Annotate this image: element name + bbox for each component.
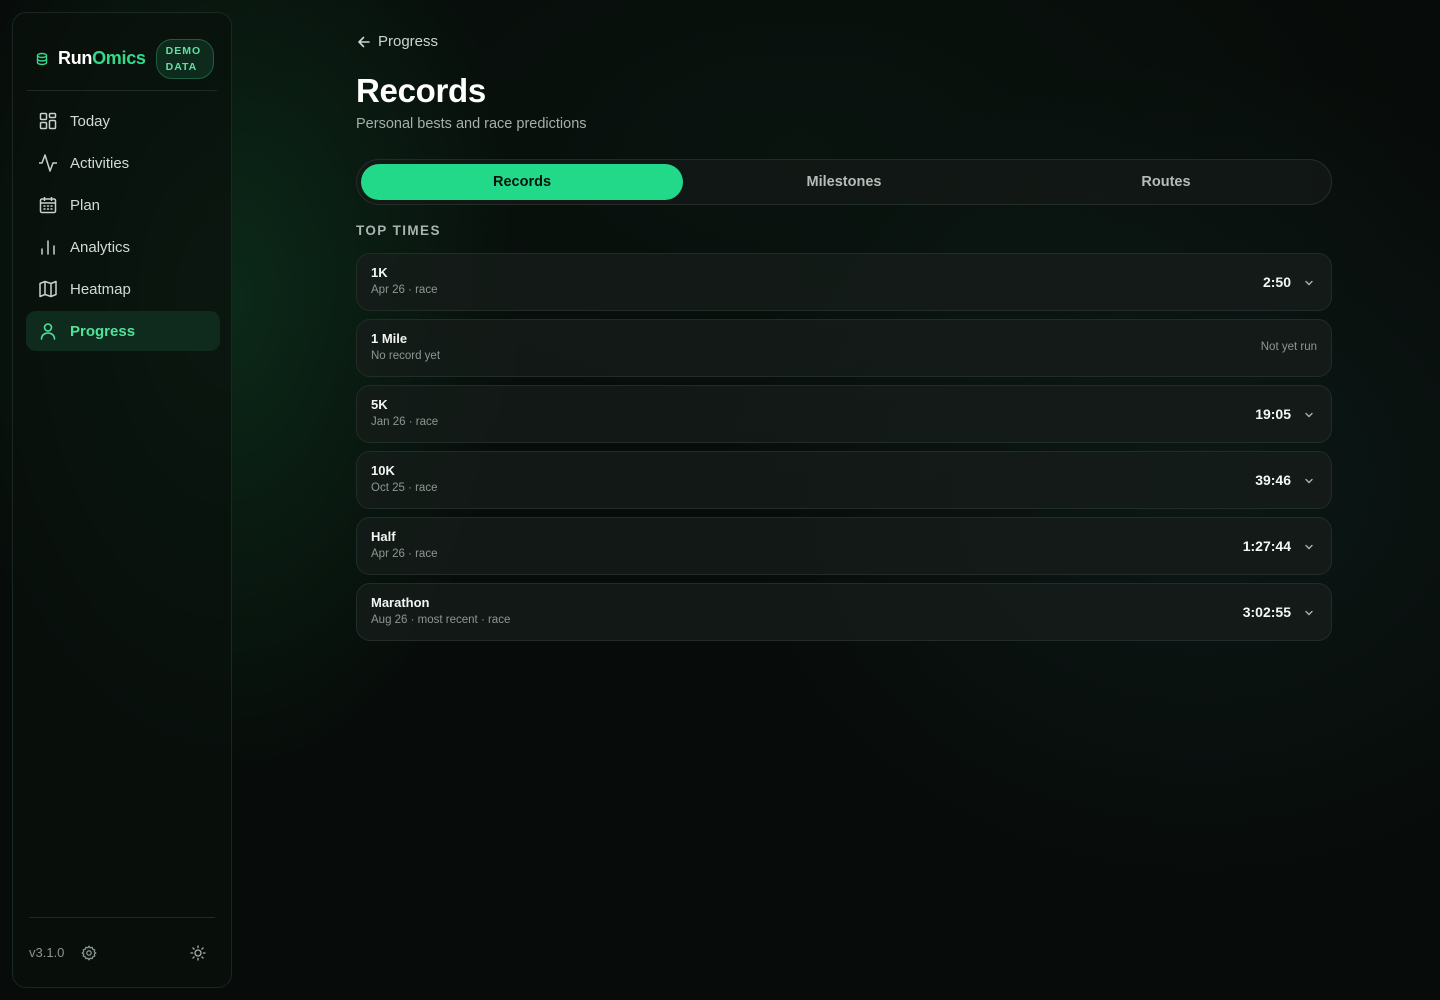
arrow-left-icon (356, 34, 372, 50)
sidebar-footer: v3.1.0 (29, 917, 215, 987)
sidebar-item-label: Plan (70, 196, 101, 214)
chevron-down-icon[interactable] (1303, 475, 1315, 487)
record-status: Not yet run (1260, 341, 1317, 353)
record-meta: Aug 26 · most recent · race (371, 614, 511, 626)
sidebar-item-progress[interactable]: Progress (26, 311, 220, 351)
section-heading: TOP TIMES (356, 223, 441, 238)
records-list: 1K Apr 26 · race 2:50 1 Mile No record y… (356, 253, 1332, 649)
record-time: 1:27:44 (1242, 538, 1291, 554)
record-meta: Jan 26 · race (371, 416, 439, 428)
sidebar-item-label: Activities (70, 154, 130, 172)
record-row-half[interactable]: Half Apr 26 · race 1:27:44 (356, 517, 1332, 575)
record-distance: 1K (371, 265, 388, 280)
map-icon (38, 279, 58, 299)
sidebar: RunOmics DEMODATA Today Activities Plan (12, 12, 232, 988)
record-meta: No record yet (371, 350, 441, 362)
record-distance: 10K (371, 463, 395, 478)
logo-icon (35, 52, 49, 66)
record-time: 3:02:55 (1242, 604, 1291, 620)
version-label: v3.1.0 (29, 945, 65, 960)
record-meta: Apr 26 · race (371, 548, 438, 560)
record-row-10k[interactable]: 10K Oct 25 · race 39:46 (356, 451, 1332, 509)
activity-icon (38, 153, 58, 173)
record-distance: Marathon (371, 595, 430, 610)
sidebar-item-analytics[interactable]: Analytics (26, 227, 220, 267)
back-link[interactable]: Progress (356, 33, 438, 50)
user-icon (38, 321, 58, 341)
record-row-marathon[interactable]: Marathon Aug 26 · most recent · race 3:0… (356, 583, 1332, 641)
sidebar-item-label: Today (70, 112, 111, 130)
sidebar-item-heatmap[interactable]: Heatmap (26, 269, 220, 309)
record-meta: Oct 25 · race (371, 482, 438, 494)
record-row-1-mile[interactable]: 1 Mile No record yet Not yet run (356, 319, 1332, 377)
record-time: 39:46 (1255, 472, 1291, 488)
tab-routes[interactable]: Routes (1005, 164, 1327, 200)
record-time: 2:50 (1262, 274, 1291, 290)
calendar-icon (38, 195, 58, 215)
sidebar-item-activities[interactable]: Activities (26, 143, 220, 183)
record-distance: Half (371, 529, 396, 544)
bar-chart-icon (38, 237, 58, 257)
grid-icon (38, 111, 58, 131)
demo-data-badge: DEMO DATA (155, 38, 214, 79)
tab-milestones[interactable]: Milestones (683, 164, 1005, 200)
page-title: Records (356, 72, 486, 109)
sidebar-item-label: Heatmap (70, 280, 131, 298)
brand-header: RunOmics DEMO DATA (27, 27, 217, 91)
chevron-down-icon[interactable] (1303, 607, 1315, 619)
record-meta: Apr 26 · race (371, 284, 438, 296)
page-subtitle: Personal bests and race predictions (356, 116, 587, 132)
chevron-down-icon[interactable] (1303, 409, 1315, 421)
sidebar-nav: Today Activities Plan Analytics Heatmap (26, 101, 220, 353)
chevron-down-icon[interactable] (1303, 277, 1315, 289)
sidebar-item-label: Analytics (70, 238, 131, 256)
record-row-5k[interactable]: 5K Jan 26 · race 19:05 (356, 385, 1332, 443)
back-link-label: Progress (378, 33, 439, 50)
tab-records[interactable]: Records (361, 164, 683, 200)
record-time: 19:05 (1255, 406, 1291, 422)
record-distance: 5K (371, 397, 388, 412)
record-distance: 1 Mile (371, 331, 408, 346)
sidebar-item-today[interactable]: Today (26, 101, 220, 141)
sidebar-item-plan[interactable]: Plan (26, 185, 220, 225)
record-row-1k[interactable]: 1K Apr 26 · race 2:50 (356, 253, 1332, 311)
gear-icon[interactable] (80, 944, 98, 962)
app-name[interactable]: RunOmics (58, 48, 146, 69)
sun-icon[interactable] (189, 944, 207, 962)
tab-bar: Records Milestones Routes (356, 159, 1332, 205)
chevron-down-icon[interactable] (1303, 541, 1315, 553)
sidebar-item-label: Progress (70, 322, 136, 340)
